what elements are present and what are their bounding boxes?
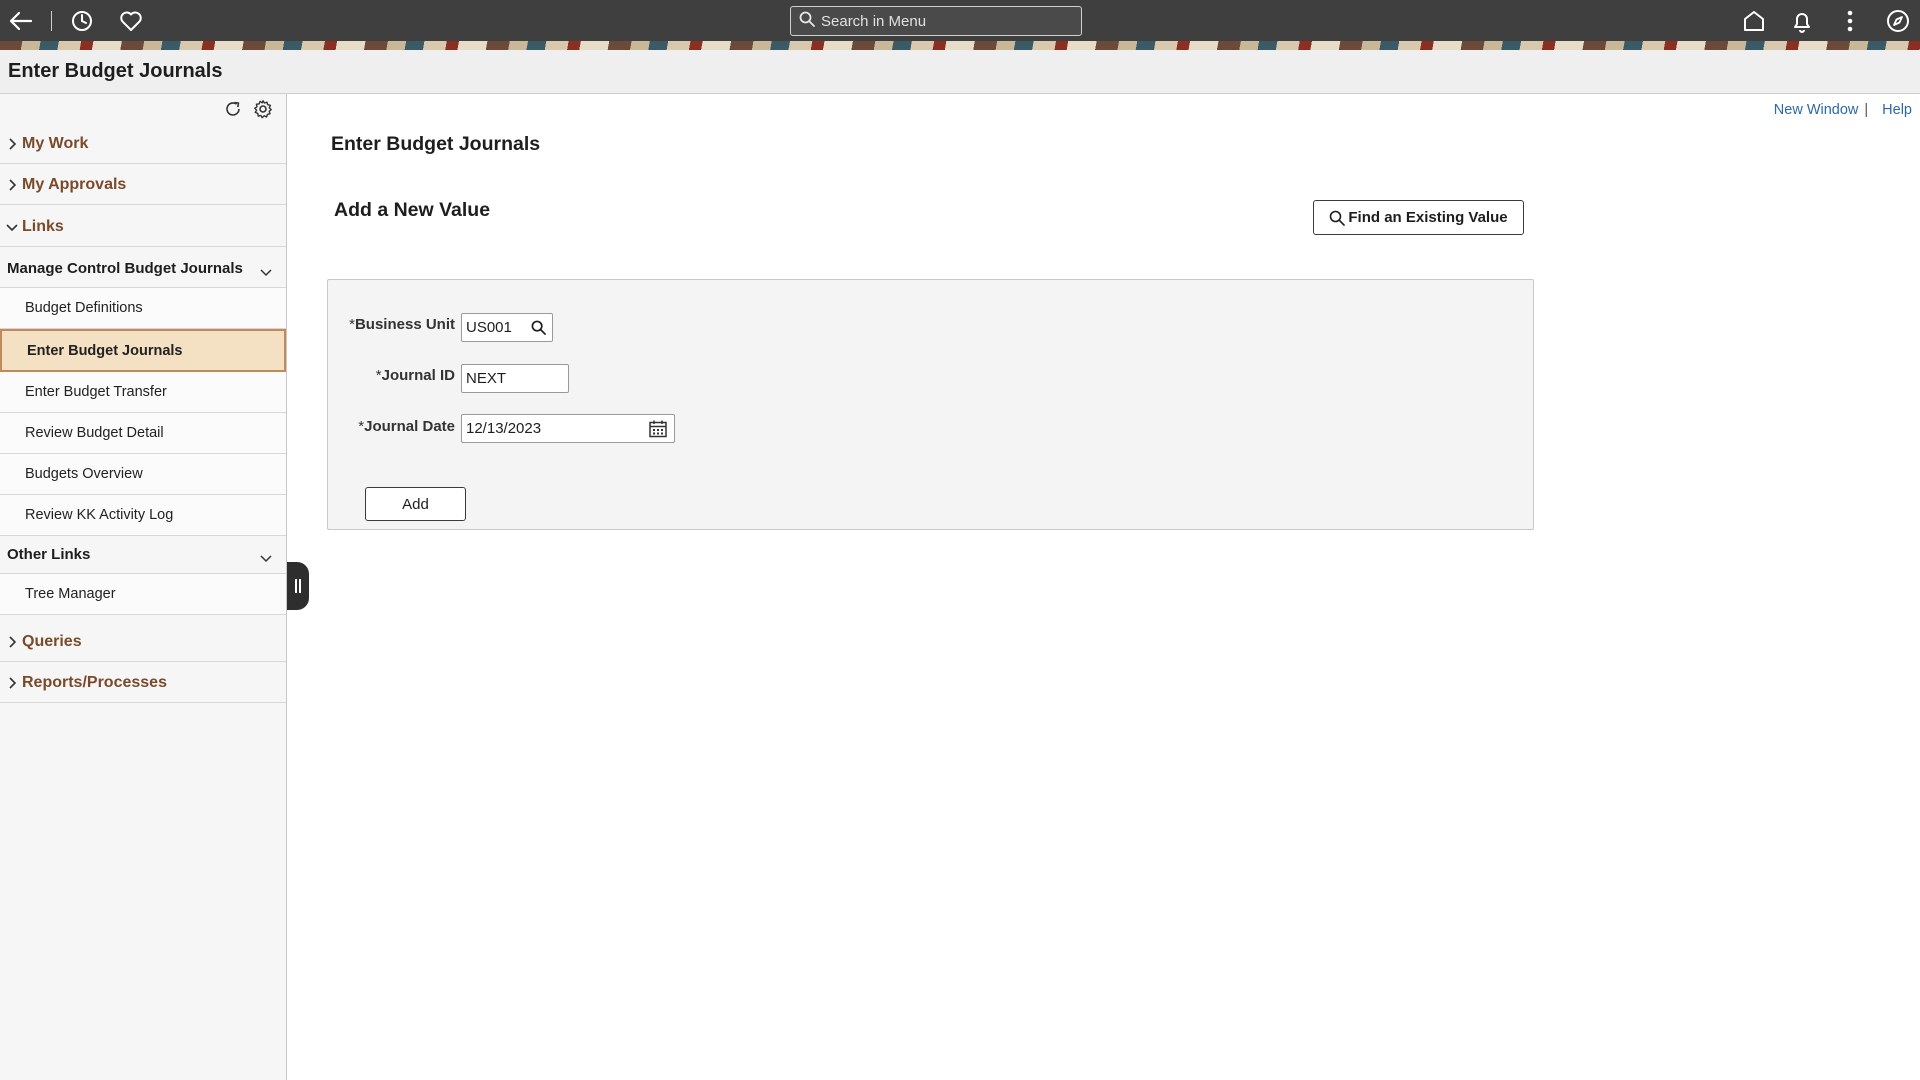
journal-date-label: *Journal Date	[358, 418, 455, 435]
chevron-right-icon	[6, 635, 18, 648]
new-window-link[interactable]: New Window	[1774, 102, 1859, 118]
nav-section-label: Queries	[22, 632, 82, 650]
navigator-icon[interactable]	[1885, 8, 1911, 34]
add-button[interactable]: Add	[365, 487, 466, 521]
journal-id-field	[461, 364, 569, 393]
nav-item-enter-budget-journals[interactable]: Enter Budget Journals	[0, 329, 286, 372]
search-icon	[1330, 210, 1346, 226]
chevron-right-icon	[6, 137, 18, 150]
journal-date-field	[461, 414, 675, 443]
top-header	[0, 0, 1920, 50]
search-input[interactable]	[821, 12, 1071, 30]
drag-handle-icon	[295, 579, 301, 593]
nav-item-review-kk-activity-log[interactable]: Review KK Activity Log	[0, 495, 286, 536]
chevron-right-icon	[6, 178, 18, 191]
header-divider	[51, 11, 52, 31]
nav-group-other-links[interactable]: Other Links	[0, 536, 286, 574]
business-unit-field	[461, 313, 553, 342]
nav-collapse-handle[interactable]	[287, 562, 309, 610]
add-value-form: *Business Unit *Journal ID *Journal Date…	[327, 279, 1534, 530]
menu-search[interactable]	[790, 6, 1082, 36]
nav-tools	[222, 98, 274, 120]
find-existing-value-button[interactable]: Find an Existing Value	[1313, 200, 1524, 235]
left-nav-panel: My Work My Approvals Links Manage Contro…	[0, 94, 287, 1080]
link-separator: |	[1864, 102, 1869, 118]
history-icon[interactable]	[69, 8, 95, 34]
search-icon	[799, 11, 815, 32]
home-icon[interactable]	[1741, 8, 1767, 34]
nav-item-budgets-overview[interactable]: Budgets Overview	[0, 454, 286, 495]
settings-icon[interactable]	[252, 98, 274, 120]
header-banner-pattern	[0, 41, 1920, 50]
chevron-down-icon	[260, 550, 272, 568]
nav-item-review-budget-detail[interactable]: Review Budget Detail	[0, 413, 286, 454]
page-links: New Window | Help	[1774, 102, 1912, 118]
content-title: Enter Budget Journals	[331, 133, 541, 155]
nav-section-queries[interactable]: Queries	[0, 622, 286, 662]
more-options-icon[interactable]	[1837, 8, 1863, 34]
nav-section-links[interactable]: Links	[0, 207, 286, 247]
journal-id-label: *Journal ID	[375, 367, 455, 384]
business-unit-lookup-icon[interactable]	[526, 320, 550, 335]
favorites-icon[interactable]	[118, 8, 144, 34]
nav-section-reports-processes[interactable]: Reports/Processes	[0, 663, 286, 703]
business-unit-label: *Business Unit	[349, 316, 455, 333]
chevron-down-icon	[260, 264, 272, 282]
find-existing-value-label: Find an Existing Value	[1348, 209, 1508, 226]
nav-item-budget-definitions[interactable]: Budget Definitions	[0, 288, 286, 329]
chevron-right-icon	[6, 676, 18, 689]
nav-group-manage-control-budget-journals[interactable]: Manage Control Budget Journals	[0, 250, 286, 288]
help-link[interactable]: Help	[1882, 102, 1912, 118]
chevron-down-icon	[6, 223, 18, 231]
back-icon[interactable]	[8, 8, 34, 34]
refresh-icon[interactable]	[222, 98, 244, 120]
journal-date-input[interactable]	[462, 415, 644, 442]
nav-section-label: Links	[22, 217, 64, 235]
nav-section-my-approvals[interactable]: My Approvals	[0, 165, 286, 205]
nav-section-label: Reports/Processes	[22, 673, 167, 691]
nav-item-enter-budget-transfer[interactable]: Enter Budget Transfer	[0, 372, 286, 413]
notifications-icon[interactable]	[1789, 8, 1815, 34]
page-title: Enter Budget Journals	[8, 60, 223, 82]
nav-section-label: My Work	[22, 134, 89, 152]
calendar-icon[interactable]	[644, 419, 672, 439]
journal-id-input[interactable]	[462, 365, 562, 392]
nav-group-label: Other Links	[7, 546, 91, 563]
nav-section-label: My Approvals	[22, 175, 127, 193]
add-new-value-heading: Add a New Value	[334, 199, 491, 221]
nav-item-tree-manager[interactable]: Tree Manager	[0, 574, 286, 615]
nav-section-my-work[interactable]: My Work	[0, 124, 286, 164]
page-title-bar: Enter Budget Journals	[0, 50, 1920, 94]
nav-group-label: Manage Control Budget Journals	[7, 260, 243, 277]
business-unit-input[interactable]	[462, 314, 526, 341]
